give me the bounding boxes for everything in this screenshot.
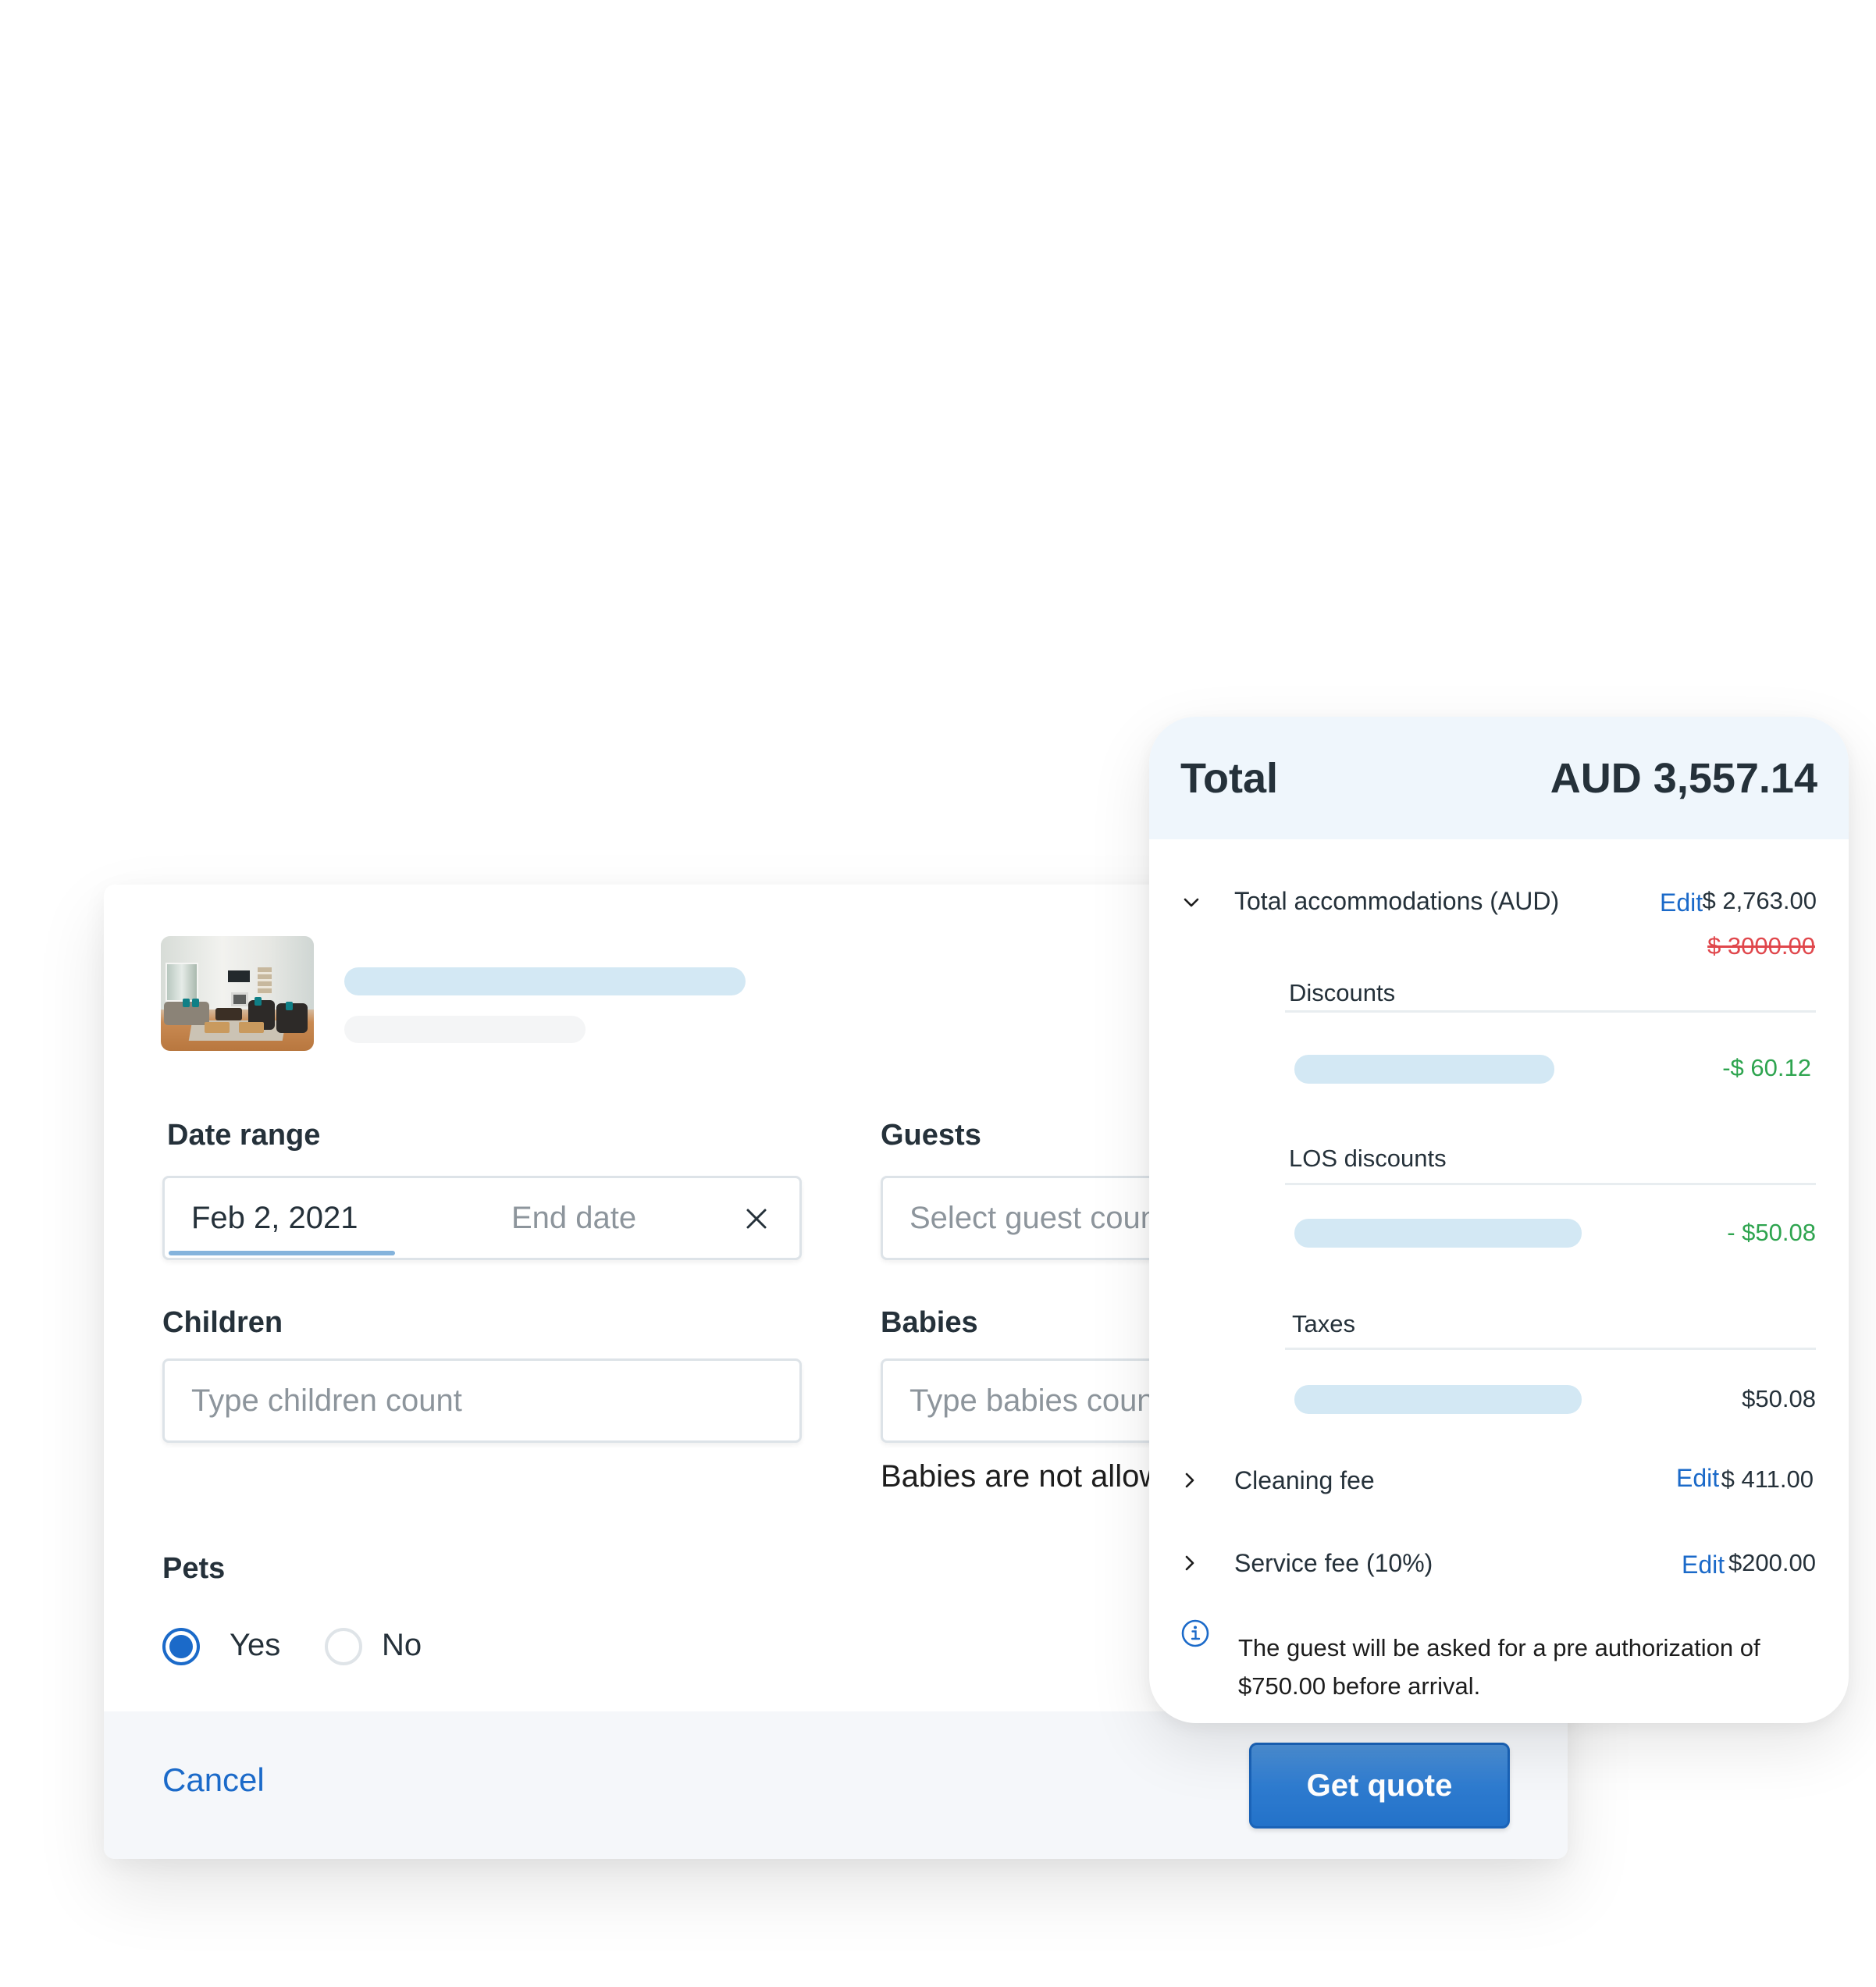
divider [1285,1183,1816,1185]
quote-summary-card: Total AUD 3,557.14 Total accommodations … [1149,717,1849,1723]
date-focus-indicator [169,1251,395,1255]
cleaning-fee-label: Cleaning fee [1234,1466,1375,1494]
property-title-placeholder [344,967,746,995]
accommodations-edit-link[interactable]: Edit [1660,888,1703,917]
los-discounts-amount: - $50.08 [1727,1219,1816,1246]
service-fee-amount: $200.00 [1728,1549,1816,1576]
property-thumbnail [161,936,314,1051]
divider [1285,1010,1816,1013]
pets-yes-radio[interactable] [162,1628,200,1665]
guests-placeholder: Select guest count [910,1200,1167,1235]
total-value: AUD 3,557.14 [1550,755,1817,802]
pets-no-label[interactable]: No [382,1628,422,1663]
los-discount-name-placeholder [1294,1219,1582,1248]
accommodations-amount: $ 2,763.00 [1702,887,1817,914]
service-fee-edit-link[interactable]: Edit [1682,1551,1725,1579]
discounts-amount: -$ 60.12 [1722,1054,1811,1081]
guests-label: Guests [881,1119,981,1152]
cleaning-fee-edit-link[interactable]: Edit [1676,1464,1719,1493]
discounts-label: Discounts [1289,979,1396,1006]
taxes-label: Taxes [1292,1310,1355,1337]
children-input[interactable]: Type children count [162,1358,802,1443]
accommodations-label: Total accommodations (AUD) [1234,887,1560,915]
info-icon [1181,1619,1209,1647]
property-subtitle-placeholder [344,1016,586,1043]
date-range-label: Date range [167,1119,321,1152]
children-placeholder: Type children count [191,1383,462,1418]
cleaning-fee-amount: $ 411.00 [1721,1465,1814,1493]
taxes-amount: $50.08 [1742,1385,1816,1412]
children-label: Children [162,1306,283,1339]
end-date-placeholder[interactable]: End date [511,1201,636,1236]
divider [1285,1348,1816,1350]
get-quote-button[interactable]: Get quote [1249,1743,1510,1829]
babies-placeholder: Type babies count [910,1383,1163,1418]
accommodations-original-amount: $ 3000.00 [1707,932,1815,960]
tax-name-placeholder [1294,1385,1582,1414]
cancel-button[interactable]: Cancel [162,1761,265,1799]
start-date-value[interactable]: Feb 2, 2021 [191,1201,358,1236]
date-range-input[interactable]: Feb 2, 2021 End date [162,1176,802,1260]
chevron-right-icon[interactable] [1179,1469,1201,1491]
chevron-down-icon[interactable] [1180,892,1202,913]
pets-no-radio[interactable] [325,1628,362,1665]
discount-name-placeholder [1294,1055,1554,1084]
pets-yes-label[interactable]: Yes [230,1628,280,1663]
chevron-right-icon[interactable] [1179,1552,1201,1574]
pets-label: Pets [162,1552,226,1585]
los-discounts-label: LOS discounts [1289,1145,1447,1172]
quote-header: Total AUD 3,557.14 [1149,717,1849,839]
service-fee-label: Service fee (10%) [1234,1549,1433,1577]
pre-authorization-note: The guest will be asked for a pre author… [1238,1634,1760,1700]
total-label: Total [1180,755,1278,802]
form-footer: Cancel Get quote [104,1711,1568,1859]
close-icon[interactable] [741,1203,772,1234]
babies-label: Babies [881,1306,978,1339]
